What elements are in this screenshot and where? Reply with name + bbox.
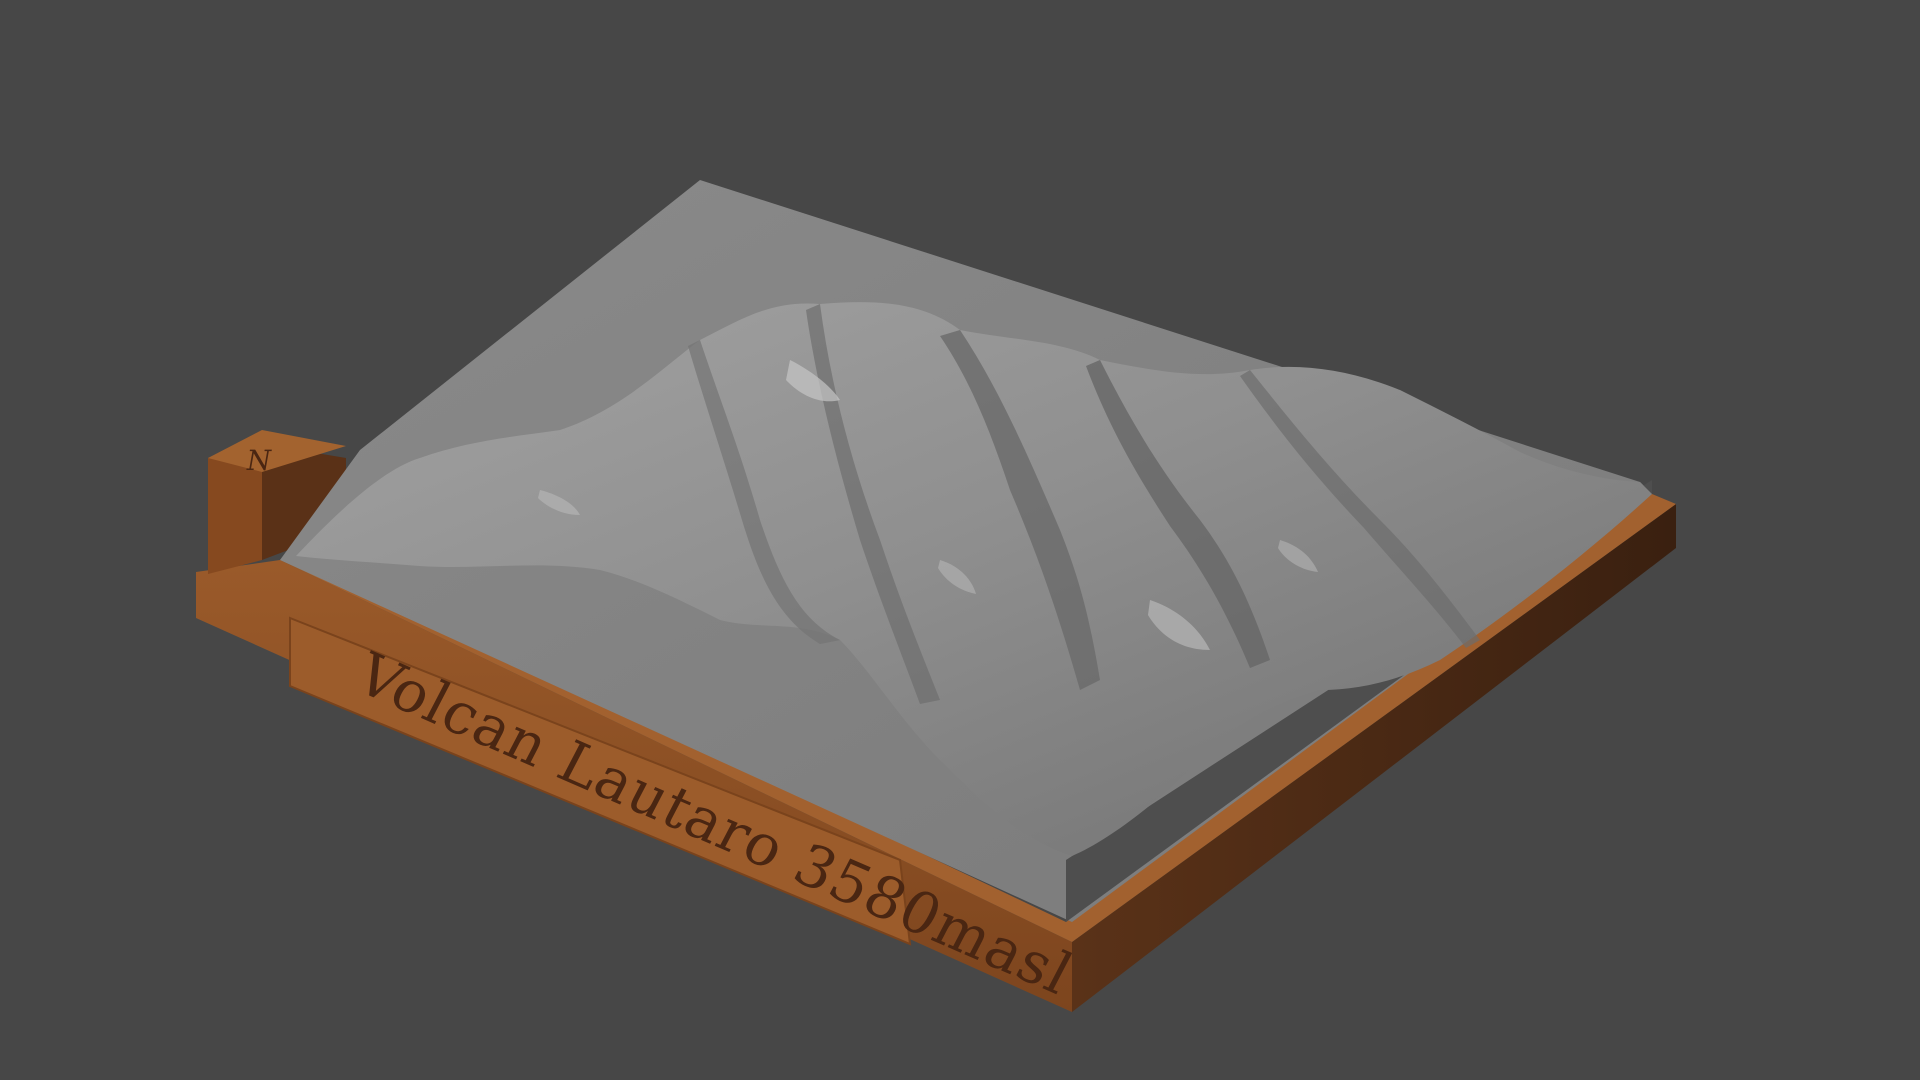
3d-viewport[interactable]: Volcan Lautaro 3580masl N [0,0,1920,1080]
terrain-model-render: Volcan Lautaro 3580masl N [196,180,1676,1012]
